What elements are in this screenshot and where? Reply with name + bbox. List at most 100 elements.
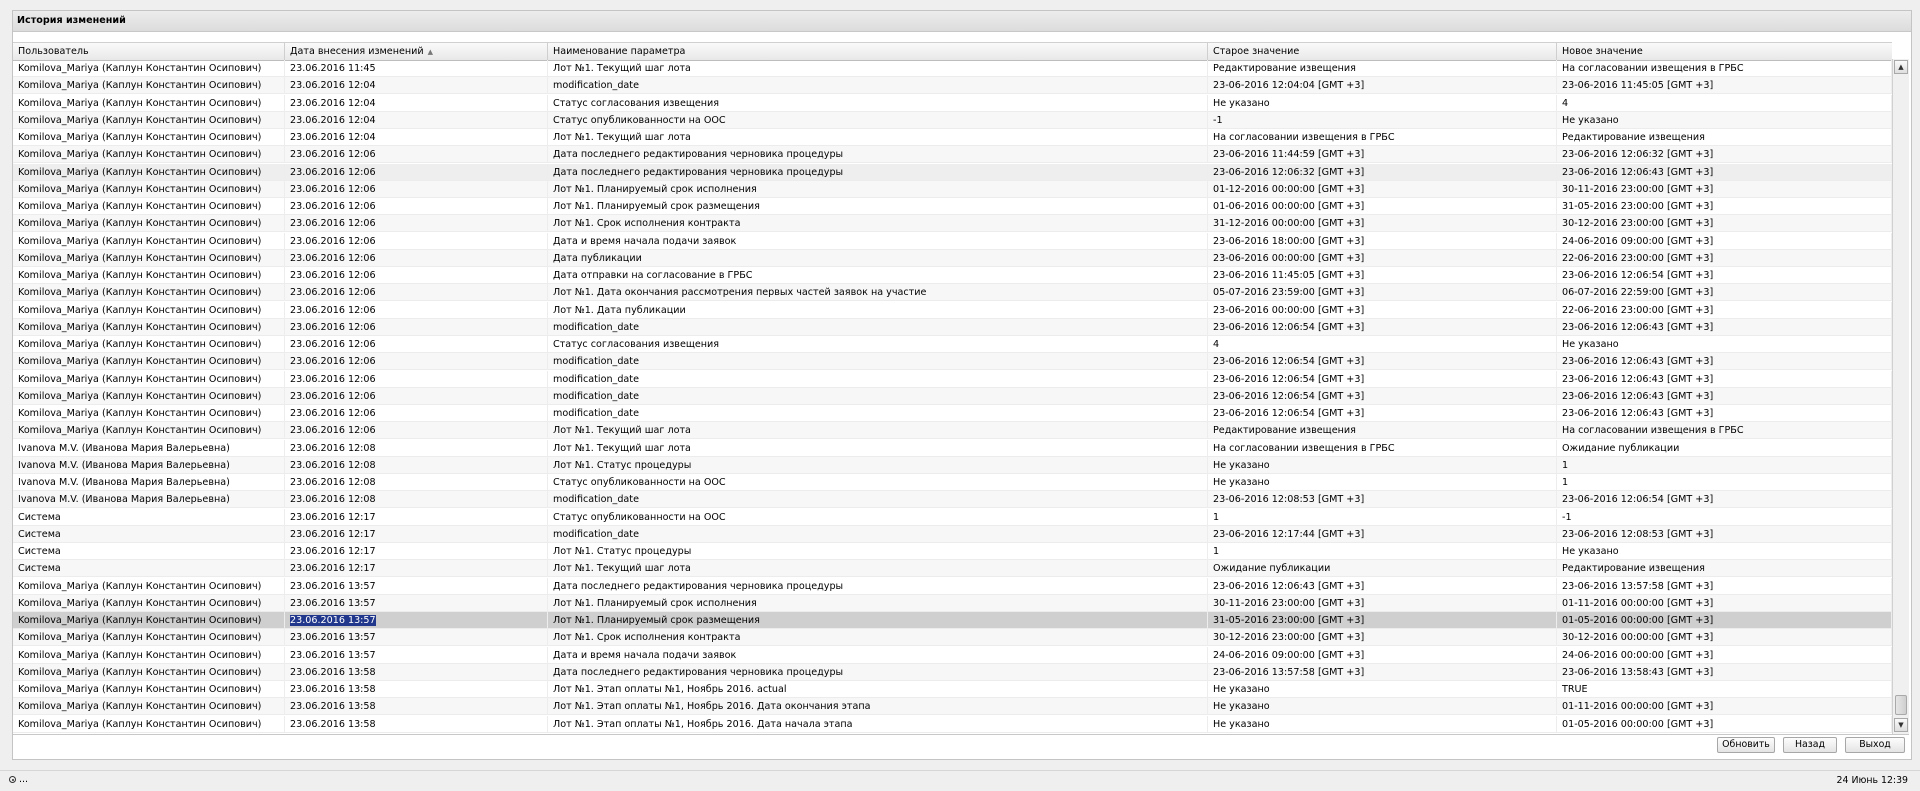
cell-parameter: modification_date <box>548 491 1208 509</box>
cell-new-value: 23-06-2016 12:06:43 [GMT +3] <box>1557 318 1892 336</box>
table-row[interactable]: Komilova_Mariya (Каплун Константин Осипо… <box>13 353 1892 371</box>
cell-user: Komilova_Mariya (Каплун Константин Осипо… <box>13 715 285 733</box>
table-row[interactable]: Komilova_Mariya (Каплун Константин Осипо… <box>13 646 1892 664</box>
cell-old-value: 23-06-2016 12:06:54 [GMT +3] <box>1208 370 1557 388</box>
table-row[interactable]: Komilova_Mariya (Каплун Константин Осипо… <box>13 301 1892 319</box>
table-row[interactable]: Система 23.06.2016 12:17 Лот №1. Текущий ш… <box>13 560 1892 578</box>
cell-new-value: 23-06-2016 12:06:43 [GMT +3] <box>1557 353 1892 371</box>
vertical-scrollbar[interactable]: ▲ ▼ <box>1892 59 1909 734</box>
cell-new-value: 01-11-2016 00:00:00 [GMT +3] <box>1557 698 1892 716</box>
cell-new-value: 23-06-2016 12:06:32 [GMT +3] <box>1557 146 1892 164</box>
cell-user: Komilova_Mariya (Каплун Константин Осипо… <box>13 111 285 129</box>
table-row[interactable]: Ivanova M.V. (Иванова Мария Валерьевна) 2… <box>13 439 1892 457</box>
table-row[interactable]: Komilova_Mariya (Каплун Константин Осипо… <box>13 577 1892 595</box>
table-row[interactable]: Komilova_Mariya (Каплун Константин Осипо… <box>13 715 1892 733</box>
cell-old-value: Редактирование извещения <box>1208 422 1557 440</box>
table-row[interactable]: Komilova_Mariya (Каплун Константин Осипо… <box>13 146 1892 164</box>
cell-old-value: 23-06-2016 12:06:43 [GMT +3] <box>1208 577 1557 595</box>
table-row[interactable]: Komilova_Mariya (Каплун Константин Осипо… <box>13 180 1892 198</box>
table-row[interactable]: Ivanova M.V. (Иванова Мария Валерьевна) 2… <box>13 474 1892 492</box>
table-row[interactable]: Komilova_Mariya (Каплун Константин Осипо… <box>13 336 1892 354</box>
table-row[interactable]: Komilova_Mariya (Каплун Константин Осипо… <box>13 267 1892 285</box>
cell-old-value: 23-06-2016 12:06:32 [GMT +3] <box>1208 163 1557 181</box>
column-header-user[interactable]: Пользователь <box>13 43 285 60</box>
column-header-new-value[interactable]: Новое значение <box>1557 43 1892 60</box>
back-button[interactable]: Назад <box>1783 737 1837 753</box>
table-row[interactable]: Komilova_Mariya (Каплун Константин Осипо… <box>13 681 1892 699</box>
cell-user: Komilova_Mariya (Каплун Константин Осипо… <box>13 663 285 681</box>
cell-old-value: 23-06-2016 12:08:53 [GMT +3] <box>1208 491 1557 509</box>
table-row[interactable]: Komilova_Mariya (Каплун Константин Осипо… <box>13 111 1892 129</box>
cell-date: 23.06.2016 12:17 <box>285 525 548 543</box>
table-row[interactable]: Komilova_Mariya (Каплун Константин Осипо… <box>13 405 1892 423</box>
cell-new-value: 23-06-2016 12:06:54 [GMT +3] <box>1557 267 1892 284</box>
cell-new-value: 30-12-2016 23:00:00 [GMT +3] <box>1557 215 1892 233</box>
cell-parameter: Лот №1. Текущий шаг лота <box>548 560 1208 578</box>
cell-new-value: 01-05-2016 00:00:00 [GMT +3] <box>1557 715 1892 733</box>
refresh-button[interactable]: Обновить <box>1717 737 1775 753</box>
status-datetime: 24 Июнь 12:39 <box>1836 775 1908 786</box>
exit-button[interactable]: Выход <box>1845 737 1905 753</box>
scrollbar-thumb[interactable] <box>1895 695 1907 715</box>
table-row[interactable]: Komilova_Mariya (Каплун Константин Осипо… <box>13 129 1892 147</box>
table-row[interactable]: Komilova_Mariya (Каплун Константин Осипо… <box>13 232 1892 250</box>
table-row[interactable]: Komilova_Mariya (Каплун Константин Осипо… <box>13 370 1892 388</box>
cell-user: Komilova_Mariya (Каплун Константин Осипо… <box>13 94 285 112</box>
table-row[interactable]: Komilova_Mariya (Каплун Константин Осипо… <box>13 318 1892 336</box>
cell-new-value: 22-06-2016 23:00:00 [GMT +3] <box>1557 301 1892 319</box>
cell-date: 23.06.2016 12:06 <box>285 163 548 181</box>
scroll-down-arrow-icon[interactable]: ▼ <box>1894 718 1908 732</box>
cell-date: 23.06.2016 12:04 <box>285 94 548 112</box>
table-row[interactable]: Ivanova M.V. (Иванова Мария Валерьевна) 2… <box>13 491 1892 509</box>
column-header-parameter[interactable]: Наименование параметра <box>548 43 1208 60</box>
cell-user: Komilova_Mariya (Каплун Константин Осипо… <box>13 60 285 77</box>
cell-date: 23.06.2016 12:08 <box>285 491 548 509</box>
table-row[interactable]: Ivanova M.V. (Иванова Мария Валерьевна) 2… <box>13 456 1892 474</box>
table-row[interactable]: Komilova_Mariya (Каплун Константин Осипо… <box>13 594 1892 612</box>
column-header-old-value[interactable]: Старое значение <box>1208 43 1557 60</box>
table-row[interactable]: Komilova_Mariya (Каплун Константин Осипо… <box>13 698 1892 716</box>
cell-old-value: 23-06-2016 12:06:54 [GMT +3] <box>1208 353 1557 371</box>
table-row[interactable]: Komilova_Mariya (Каплун Константин Осипо… <box>13 612 1892 630</box>
table-row[interactable]: Komilova_Mariya (Каплун Константин Осипо… <box>13 387 1892 405</box>
cell-user: Ivanova M.V. (Иванова Мария Валерьевна) <box>13 439 285 457</box>
table-row[interactable]: Komilova_Mariya (Каплун Константин Осипо… <box>13 249 1892 267</box>
table-row[interactable]: Komilova_Mariya (Каплун Константин Осипо… <box>13 284 1892 302</box>
cell-new-value: Не указано <box>1557 543 1892 560</box>
cell-user: Komilova_Mariya (Каплун Константин Осипо… <box>13 284 285 302</box>
cell-date: 23.06.2016 12:06 <box>285 405 548 422</box>
table-row[interactable]: Komilova_Mariya (Каплун Константин Осипо… <box>13 422 1892 440</box>
table-row[interactable]: Система 23.06.2016 12:17 Статус опубликова… <box>13 508 1892 526</box>
table-row[interactable]: Komilova_Mariya (Каплун Константин Осипо… <box>13 60 1892 78</box>
table-row[interactable]: Komilova_Mariya (Каплун Константин Осипо… <box>13 77 1892 95</box>
cell-old-value: Не указано <box>1208 474 1557 491</box>
table-row[interactable]: Система 23.06.2016 12:17 Лот №1. Статус пр… <box>13 543 1892 561</box>
cell-new-value: Редактирование извещения <box>1557 129 1892 146</box>
cell-new-value: 23-06-2016 12:08:53 [GMT +3] <box>1557 525 1892 543</box>
cell-parameter: Лот №1. Дата окончания рассмотрения перв… <box>548 284 1208 302</box>
scroll-up-arrow-icon[interactable]: ▲ <box>1894 60 1908 74</box>
table-row[interactable]: Система 23.06.2016 12:17 modification_date… <box>13 525 1892 543</box>
table-row[interactable]: Komilova_Mariya (Каплун Константин Осипо… <box>13 94 1892 112</box>
cell-parameter: modification_date <box>548 77 1208 95</box>
column-header-date[interactable]: Дата внесения изменений ▲ <box>285 43 548 60</box>
cell-old-value: Ожидание публикации <box>1208 560 1557 578</box>
table-row[interactable]: Komilova_Mariya (Каплун Константин Осипо… <box>13 663 1892 681</box>
cell-date: 23.06.2016 12:06 <box>285 198 548 215</box>
cell-parameter: Лот №1. Срок исполнения контракта <box>548 629 1208 647</box>
cell-date: 23.06.2016 12:06 <box>285 232 548 250</box>
table-row[interactable]: Komilova_Mariya (Каплун Константин Осипо… <box>13 198 1892 216</box>
table-row[interactable]: Komilova_Mariya (Каплун Константин Осипо… <box>13 163 1892 181</box>
cell-date: 23.06.2016 12:08 <box>285 439 548 457</box>
cell-user: Komilova_Mariya (Каплун Константин Осипо… <box>13 405 285 422</box>
cell-date: 23.06.2016 13:57 <box>285 629 548 647</box>
cell-old-value: На согласовании извещения в ГРБС <box>1208 129 1557 146</box>
cell-new-value: 30-12-2016 00:00:00 [GMT +3] <box>1557 629 1892 647</box>
cell-parameter: Лот №1. Дата публикации <box>548 301 1208 319</box>
gear-icon[interactable] <box>9 776 16 783</box>
cell-new-value: 23-06-2016 12:06:43 [GMT +3] <box>1557 370 1892 388</box>
cell-date: 23.06.2016 12:17 <box>285 560 548 578</box>
table-row[interactable]: Komilova_Mariya (Каплун Константин Осипо… <box>13 629 1892 647</box>
table-row[interactable]: Komilova_Mariya (Каплун Константин Осипо… <box>13 215 1892 233</box>
cell-parameter: modification_date <box>548 387 1208 405</box>
